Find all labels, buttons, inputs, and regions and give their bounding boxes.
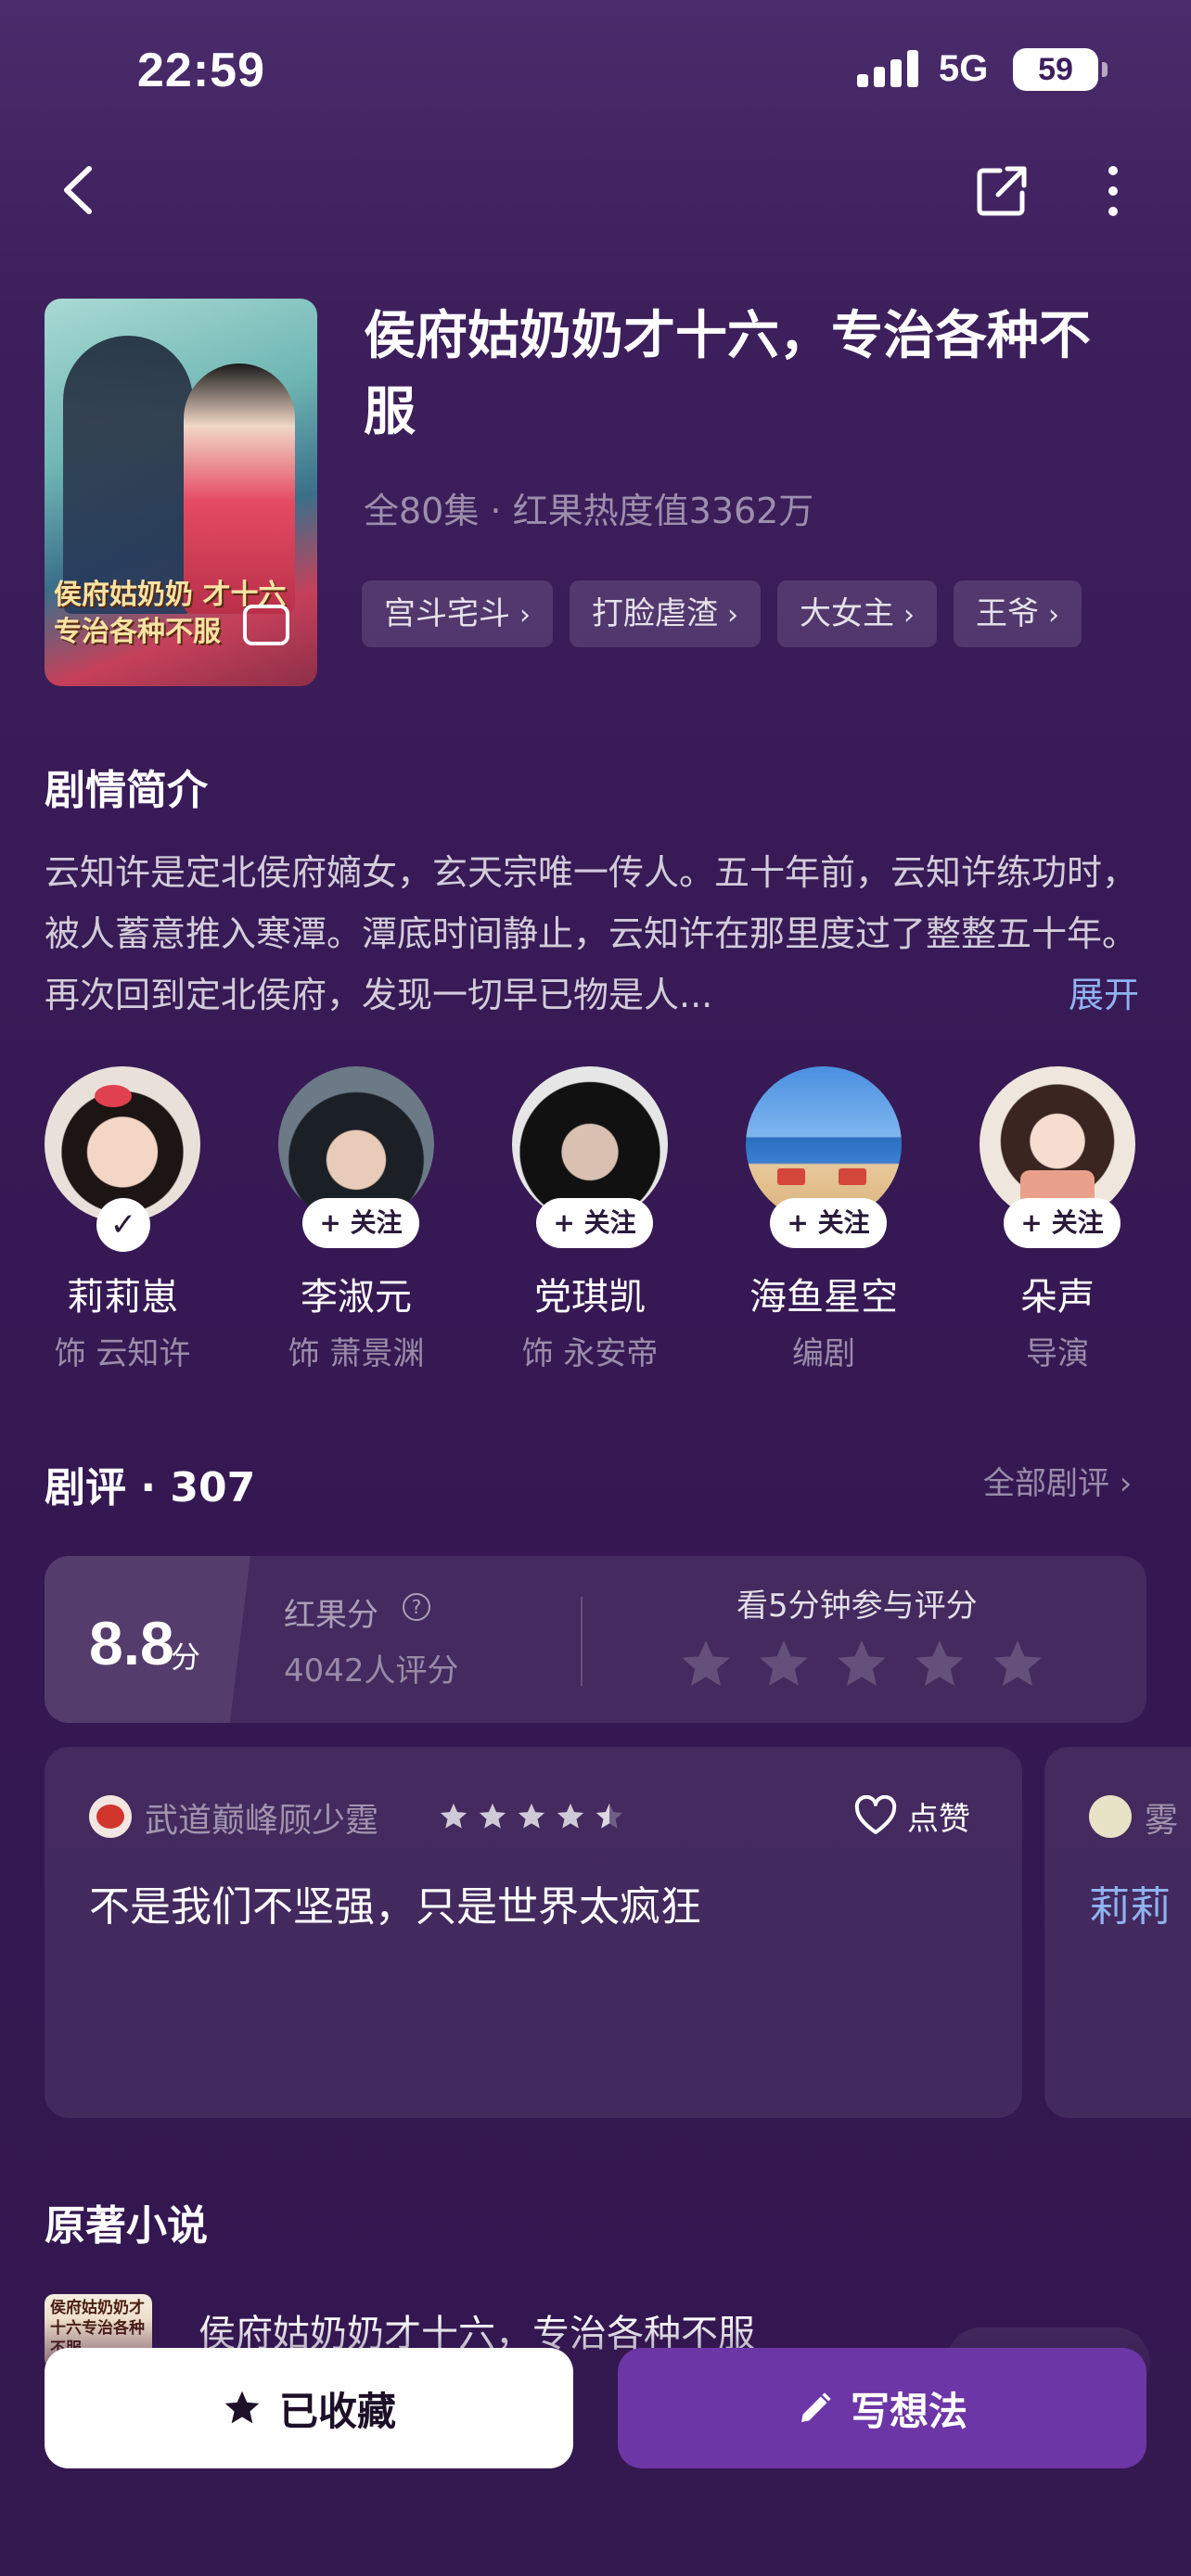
review-username: 雾 — [1145, 1802, 1179, 1840]
write-label: 写想法 — [850, 2388, 967, 2434]
review-card[interactable]: 武道巅峰顾少霆 点赞 不是我们不坚强，只是世界太疯狂 — [45, 1747, 1022, 2118]
cast-role: 编剧 — [792, 1335, 855, 1372]
star-icon[interactable] — [677, 1636, 735, 1693]
drama-meta: 全80集 · 红果热度值3362万 — [364, 491, 814, 531]
share-button[interactable] — [974, 163, 1030, 219]
divider — [581, 1597, 583, 1686]
avatar — [1089, 1795, 1132, 1838]
status-bar: 22:59 5G 59 — [0, 37, 1191, 102]
collect-label: 已收藏 — [278, 2388, 396, 2434]
tag-item[interactable]: 王爷 › — [954, 580, 1082, 647]
review-card[interactable]: 雾 莉莉 — [1044, 1747, 1191, 2118]
more-vertical-icon — [1108, 166, 1118, 216]
star-filled-icon — [224, 2391, 260, 2424]
star-icon — [440, 1803, 467, 1829]
follow-button[interactable]: + 关注 — [302, 1198, 419, 1248]
star-icon[interactable] — [755, 1636, 813, 1693]
rate-prompt: 看5分钟参与评分 — [736, 1588, 978, 1625]
cast-name: 朵声 — [1020, 1276, 1095, 1319]
novel-heading: 原著小说 — [45, 2202, 208, 2250]
expand-link[interactable]: 展开 — [1069, 964, 1139, 1026]
chevron-right-icon: › — [519, 599, 531, 631]
follow-button[interactable]: + 关注 — [770, 1198, 887, 1248]
reviews-heading: 剧评 · 307 — [45, 1464, 256, 1511]
review-text: 莉莉 — [1089, 1883, 1171, 1931]
star-icon — [557, 1803, 584, 1829]
heart-icon — [854, 1795, 897, 1834]
tag-list: 宫斗宅斗 › 打脸虐渣 › 大女主 › 王爷 › — [362, 580, 1191, 647]
network-label: 5G — [939, 48, 989, 89]
synopsis-text: 云知许是定北侯府嫡女，玄天宗唯一传人。五十年前，云知许练功时，被人蓄意推入寒潭。… — [45, 852, 1138, 1015]
star-icon[interactable] — [833, 1636, 890, 1693]
star-icon — [479, 1803, 506, 1829]
score-unit: 分 — [171, 1639, 201, 1675]
score-value: 8.8 — [89, 1609, 174, 1677]
cast-name: 海鱼星空 — [749, 1276, 898, 1319]
like-label: 点赞 — [907, 1800, 970, 1838]
battery-icon: 59 — [1013, 48, 1108, 91]
cast-role: 饰 永安帝 — [521, 1335, 659, 1372]
tag-item[interactable]: 打脸虐渣 › — [570, 580, 761, 647]
star-icon[interactable] — [911, 1636, 968, 1693]
collect-button[interactable]: 已收藏 — [45, 2348, 573, 2468]
rating-count: 4042人评分 — [284, 1652, 459, 1690]
review-text: 不是我们不坚强，只是世界太疯狂 — [89, 1883, 701, 1931]
follow-button[interactable]: + 关注 — [1004, 1198, 1121, 1248]
review-username: 武道巅峰顾少霆 — [145, 1802, 379, 1840]
rating-label: 红果分 — [284, 1597, 378, 1634]
like-button[interactable]: 点赞 — [853, 1790, 970, 1842]
chevron-right-icon: › — [903, 599, 915, 631]
cast-role: 导演 — [1026, 1335, 1089, 1372]
chevron-left-icon — [64, 166, 92, 214]
cast-role: 饰 云知许 — [54, 1335, 191, 1372]
cast-name: 党琪凯 — [534, 1276, 646, 1319]
cast-role: 饰 萧景渊 — [288, 1335, 425, 1372]
more-button[interactable] — [1091, 163, 1135, 219]
chevron-right-icon: › — [1048, 599, 1059, 631]
write-thought-button[interactable]: 写想法 — [618, 2348, 1146, 2468]
synopsis-heading: 剧情简介 — [45, 767, 208, 814]
cast-list: ✓ 莉莉崽 饰 云知许 + 关注 李淑元 饰 萧景渊 + 关注 党琪凯 饰 永安… — [45, 1066, 1191, 1382]
status-time: 22:59 — [137, 44, 265, 97]
pencil-icon — [800, 2392, 831, 2422]
avatar — [89, 1795, 132, 1838]
drama-title: 侯府姑奶奶才十六，专治各种不服 — [364, 306, 1091, 442]
camera-icon — [243, 605, 289, 645]
star-icon — [518, 1803, 545, 1829]
rate-stars — [677, 1636, 1046, 1693]
share-icon — [977, 166, 1027, 216]
tag-item[interactable]: 大女主 › — [777, 580, 937, 647]
signal-icon — [857, 50, 920, 87]
poster-figure-male — [63, 336, 193, 614]
star-icon[interactable] — [989, 1636, 1046, 1693]
cast-name: 李淑元 — [301, 1276, 412, 1319]
cast-name: 莉莉崽 — [67, 1276, 178, 1319]
chevron-right-icon: › — [727, 599, 738, 631]
cast-member[interactable]: + 关注 朵声 导演 — [980, 1066, 1191, 1382]
drama-poster[interactable]: 侯府姑奶奶 才十六 专治各种不服 — [45, 299, 317, 686]
followed-check-icon[interactable]: ✓ — [96, 1198, 150, 1252]
back-button[interactable] — [52, 158, 108, 223]
help-icon[interactable]: ? — [403, 1593, 430, 1621]
drama-detail-page: 22:59 5G 59 侯府姑奶奶 才十六 专治各种不服 侯府姑奶奶才十六，专治… — [0, 0, 1191, 2576]
follow-button[interactable]: + 关注 — [536, 1198, 653, 1248]
review-stars — [438, 1801, 625, 1832]
star-half-icon — [596, 1803, 623, 1829]
all-reviews-link[interactable]: 全部剧评 › — [983, 1458, 1132, 1503]
tag-item[interactable]: 宫斗宅斗 › — [362, 580, 553, 647]
rating-card: 8.8 分 红果分 ? 4042人评分 看5分钟参与评分 — [45, 1556, 1146, 1723]
